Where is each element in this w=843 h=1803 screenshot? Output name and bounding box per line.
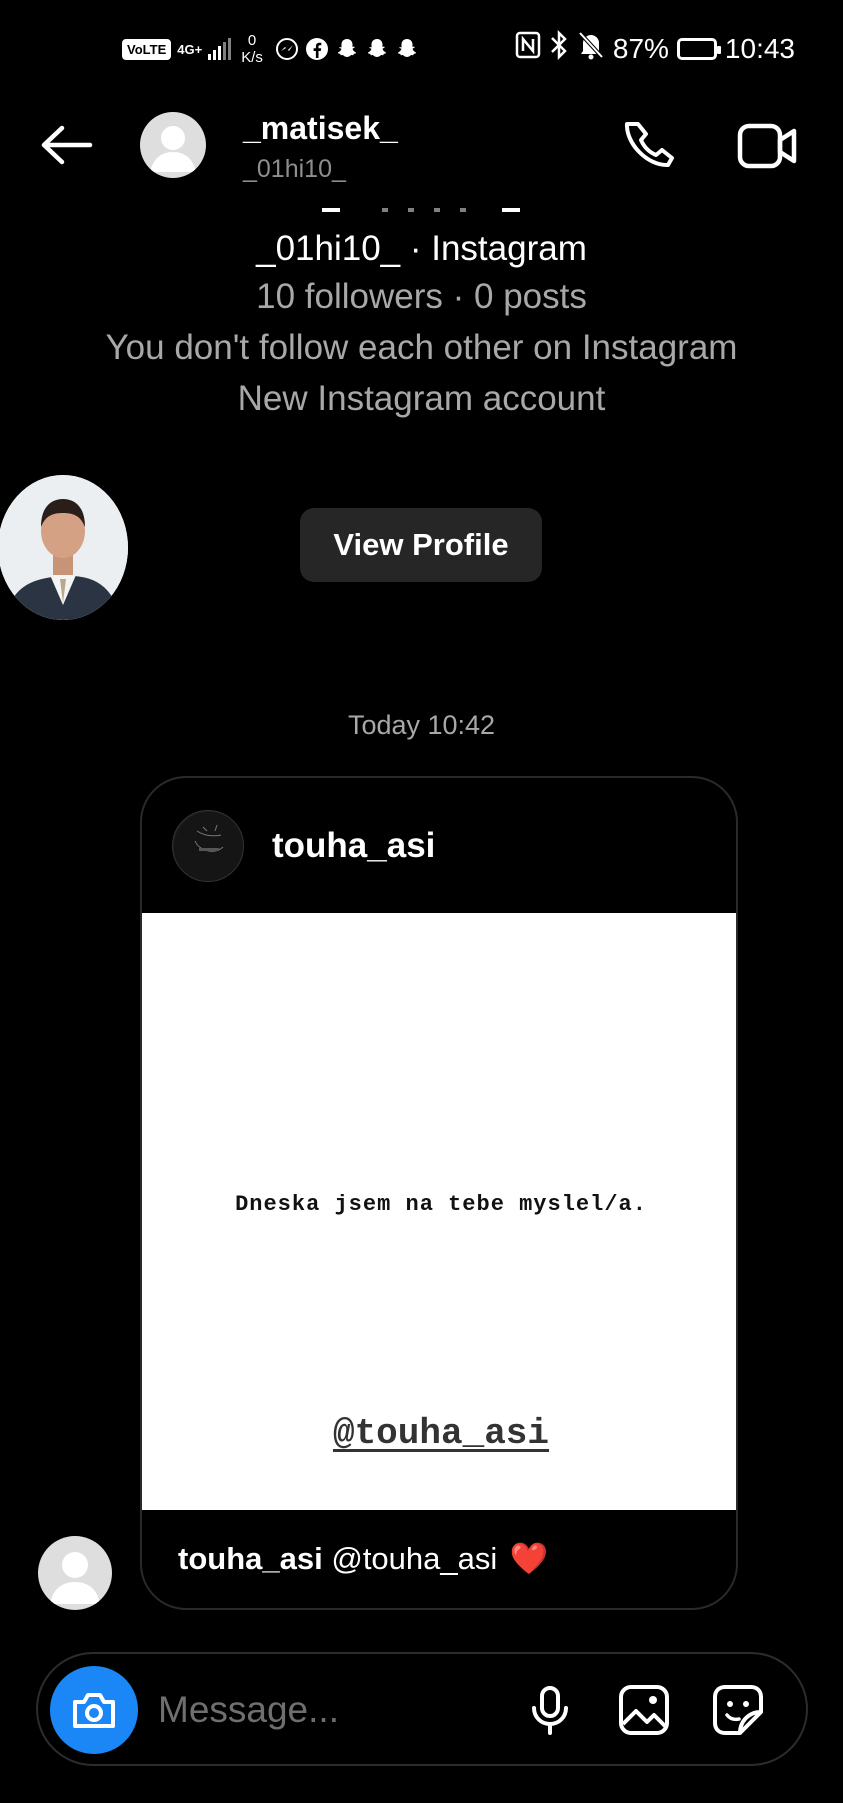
volte-indicator: VoLTE (122, 38, 172, 60)
mute-notifications-icon (577, 30, 605, 67)
message-composer (36, 1652, 808, 1766)
follow-status: You don't follow each other on Instagram (105, 328, 738, 367)
heart-emoji: ❤️ (509, 1541, 549, 1576)
caption-text: @touha_asi (331, 1541, 498, 1576)
clock: 10:43 (724, 32, 795, 64)
shared-post-card[interactable]: touha_asi Dneska jsem na tebe myslel/a. … (140, 776, 738, 1610)
status-left: VoLTE 4G+ 0 K/s (122, 32, 419, 66)
snapchat-icon (365, 37, 389, 61)
speed-value: 0 (247, 32, 257, 49)
battery-icon (676, 37, 721, 60)
status-bar: VoLTE 4G+ 0 K/s 87% 10:43 (0, 0, 843, 100)
sender-avatar[interactable] (38, 1536, 112, 1610)
microphone-icon[interactable] (522, 1682, 578, 1738)
nfc-icon (515, 31, 541, 66)
network-speed: 0 K/s (241, 32, 263, 66)
message-timestamp: Today 10:42 (347, 710, 496, 740)
snapchat-icon (335, 37, 359, 61)
profile-photo[interactable] (0, 475, 128, 620)
facebook-icon (305, 37, 329, 61)
contact-name[interactable]: _matisek_ (243, 110, 398, 147)
view-profile-button[interactable]: View Profile (300, 508, 542, 582)
network-type: 4G+ (177, 41, 203, 57)
video-call-icon[interactable] (736, 118, 800, 174)
account-age-note: New Instagram account (237, 379, 606, 418)
signal-icon (208, 38, 232, 60)
post-caption: touha_asi @touha_asi ❤️ (178, 1540, 549, 1577)
sticker-icon[interactable] (710, 1682, 766, 1738)
post-mention-text: @touha_asi (332, 1413, 550, 1454)
chat-header: _matisek_ _01hi10_ (0, 100, 843, 200)
post-author-name[interactable]: touha_asi (272, 826, 435, 866)
status-right: 87% 10:43 (515, 29, 795, 67)
post-image[interactable]: Dneska jsem na tebe myslel/a. @touha_asi (142, 913, 736, 1510)
header-avatar[interactable] (140, 112, 206, 178)
profile-stats: 10 followers · 0 posts (256, 277, 587, 316)
back-arrow-icon[interactable] (36, 120, 96, 170)
battery-percent: 87% (612, 32, 669, 64)
post-quote-text: Dneska jsem na tebe myslel/a. (235, 1192, 647, 1217)
contact-username[interactable]: _01hi10_ (243, 155, 346, 184)
profile-username-line: _01hi10_ · Instagram (256, 229, 587, 268)
phone-call-icon[interactable] (622, 118, 678, 174)
messenger-icon (275, 37, 299, 61)
profile-summary: _01hi10_ · Instagram 10 followers · 0 po… (0, 226, 843, 424)
camera-icon (73, 1693, 115, 1728)
camera-button[interactable] (50, 1666, 138, 1754)
caption-username: touha_asi (178, 1541, 323, 1576)
gallery-icon[interactable] (616, 1682, 672, 1738)
scrolled-name-fragment (322, 200, 522, 214)
message-input[interactable] (158, 1682, 518, 1738)
post-author-avatar[interactable] (172, 810, 244, 882)
shared-post-header[interactable]: touha_asi (142, 778, 736, 913)
bluetooth-icon (549, 29, 569, 67)
speed-unit: K/s (241, 49, 263, 66)
snapchat-icon (395, 37, 419, 61)
